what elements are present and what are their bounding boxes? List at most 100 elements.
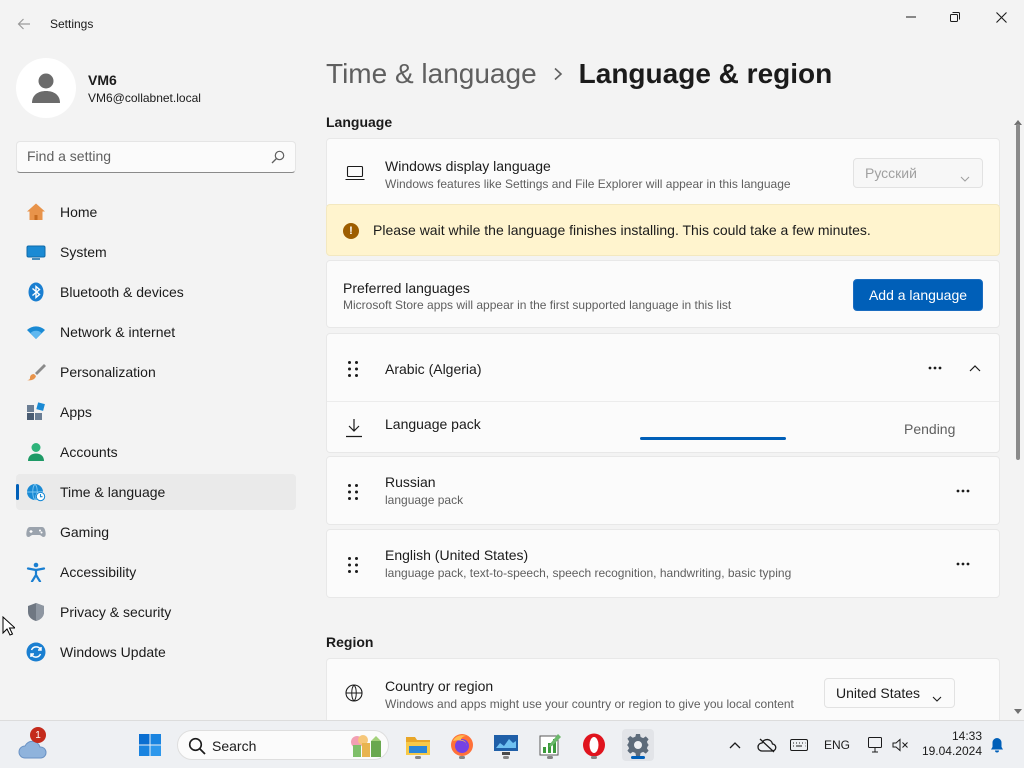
- language-pack-label: Language pack: [385, 416, 481, 432]
- taskbar-monitor-app[interactable]: [490, 729, 522, 761]
- keyboard-icon: [790, 739, 808, 751]
- sidebar-item-time-language[interactable]: Time & language: [16, 474, 296, 510]
- drag-handle-icon[interactable]: [347, 483, 359, 501]
- language-options-button[interactable]: [948, 549, 978, 579]
- taskbar-charts-app[interactable]: [534, 729, 566, 761]
- minimize-icon: [906, 16, 916, 18]
- globe-clock-icon: [26, 482, 46, 502]
- sidebar-item-privacy[interactable]: Privacy & security: [16, 594, 296, 630]
- language-pack-row: Language pack Pending: [327, 402, 999, 452]
- running-indicator: [631, 756, 645, 759]
- sidebar-item-network[interactable]: Network & internet: [16, 314, 296, 350]
- app-title: Settings: [50, 17, 94, 31]
- taskbar-clock[interactable]: 14:33 19.04.2024: [916, 729, 982, 759]
- globe-icon: [345, 684, 363, 702]
- minimize-button[interactable]: [888, 4, 934, 30]
- chevron-right-icon: [553, 67, 563, 81]
- breadcrumb: Time & language Language & region: [326, 58, 832, 90]
- tray-volume[interactable]: [890, 733, 910, 757]
- language-item-russian: Russian language pack: [326, 456, 1000, 525]
- region-section-title: Region: [326, 634, 374, 650]
- tray-network[interactable]: [864, 733, 886, 757]
- title-bar: Settings: [0, 0, 1024, 48]
- language-name: English (United States): [385, 547, 529, 563]
- language-name: Arabic (Algeria): [385, 361, 482, 377]
- taskbar-settings[interactable]: [622, 729, 654, 761]
- firefox-icon: [451, 734, 473, 756]
- sidebar-item-label: Windows Update: [60, 644, 166, 660]
- chevron-up-icon: [969, 365, 981, 372]
- user-profile[interactable]: VM6 VM6@collabnet.local: [16, 56, 306, 120]
- close-button[interactable]: [978, 4, 1024, 30]
- display-language-dropdown[interactable]: Русский: [853, 158, 983, 188]
- download-icon: [345, 418, 363, 438]
- search-icon: [271, 150, 285, 167]
- wifi-icon: [26, 322, 46, 342]
- search-highlight-icon: [348, 734, 386, 761]
- laptop-icon: [345, 165, 365, 181]
- scrollbar-thumb[interactable]: [1016, 124, 1020, 460]
- shield-icon: [26, 602, 46, 622]
- sidebar-item-accounts[interactable]: Accounts: [16, 434, 296, 470]
- preferred-languages-title: Preferred languages: [343, 280, 470, 296]
- sidebar-item-label: Home: [60, 204, 98, 220]
- sidebar-item-system[interactable]: System: [16, 234, 296, 270]
- scroll-down-icon[interactable]: [1014, 702, 1022, 718]
- gamepad-icon: [26, 522, 46, 542]
- sidebar-item-accessibility[interactable]: Accessibility: [16, 554, 296, 590]
- accounts-icon: [26, 442, 46, 462]
- language-name: Russian: [385, 474, 436, 490]
- find-setting-search[interactable]: [16, 141, 296, 173]
- apps-icon: [26, 402, 46, 422]
- collapse-button[interactable]: [960, 353, 990, 383]
- tray-keyboard[interactable]: [788, 733, 810, 757]
- sidebar-item-label: Privacy & security: [60, 604, 172, 620]
- taskbar-file-explorer[interactable]: [402, 729, 434, 761]
- language-pack-progress-bar: [640, 437, 786, 440]
- sidebar-item-label: Personalization: [60, 364, 156, 380]
- notifications-button[interactable]: [988, 733, 1006, 757]
- maximize-button[interactable]: [932, 4, 978, 30]
- show-hidden-icons-button[interactable]: [726, 733, 744, 757]
- add-language-button[interactable]: Add a language: [853, 279, 983, 311]
- sidebar-item-apps[interactable]: Apps: [16, 394, 296, 430]
- start-button[interactable]: [134, 729, 166, 761]
- installing-warning-bar: ! Please wait while the language finishe…: [326, 204, 1000, 256]
- search-input[interactable]: [27, 148, 267, 164]
- sidebar-item-home[interactable]: Home: [16, 194, 296, 230]
- close-icon: [995, 11, 1007, 23]
- back-button[interactable]: [10, 10, 38, 38]
- country-region-subtitle: Windows and apps might use your country …: [385, 697, 794, 711]
- running-indicator: [503, 756, 509, 759]
- search-icon: [188, 737, 206, 758]
- sidebar-item-label: Gaming: [60, 524, 110, 540]
- running-indicator: [591, 756, 597, 759]
- home-icon: [26, 202, 46, 222]
- sidebar-item-bluetooth[interactable]: Bluetooth & devices: [16, 274, 296, 310]
- chevron-down-icon: [960, 169, 970, 185]
- drag-handle-icon[interactable]: [347, 556, 359, 574]
- language-options-button[interactable]: [948, 476, 978, 506]
- taskbar-search-box[interactable]: Search: [177, 730, 389, 760]
- language-section-title: Language: [326, 114, 393, 130]
- cloud-off-icon: [757, 738, 777, 753]
- more-icon: [956, 562, 970, 566]
- sidebar-nav: Home System Bluetooth & devices Network …: [16, 194, 296, 674]
- sidebar-item-gaming[interactable]: Gaming: [16, 514, 296, 550]
- breadcrumb-parent-link[interactable]: Time & language: [326, 58, 537, 90]
- content-scrollbar[interactable]: [1012, 112, 1024, 718]
- sidebar-item-label: Network & internet: [60, 324, 176, 340]
- user-email: VM6@collabnet.local: [88, 91, 201, 105]
- windows-logo-icon: [139, 734, 161, 756]
- language-options-button[interactable]: [920, 353, 950, 383]
- country-region-dropdown[interactable]: United States: [824, 678, 955, 708]
- folder-icon: [406, 737, 430, 755]
- input-language-indicator[interactable]: ENG: [820, 733, 854, 757]
- tray-onedrive[interactable]: [756, 733, 778, 757]
- sidebar-item-windows-update[interactable]: Windows Update: [16, 634, 296, 670]
- weather-widget[interactable]: 1: [16, 727, 48, 761]
- taskbar-opera[interactable]: [578, 729, 610, 761]
- taskbar-firefox[interactable]: [446, 729, 478, 761]
- sidebar-item-personalization[interactable]: Personalization: [16, 354, 296, 390]
- drag-handle-icon[interactable]: [347, 360, 359, 378]
